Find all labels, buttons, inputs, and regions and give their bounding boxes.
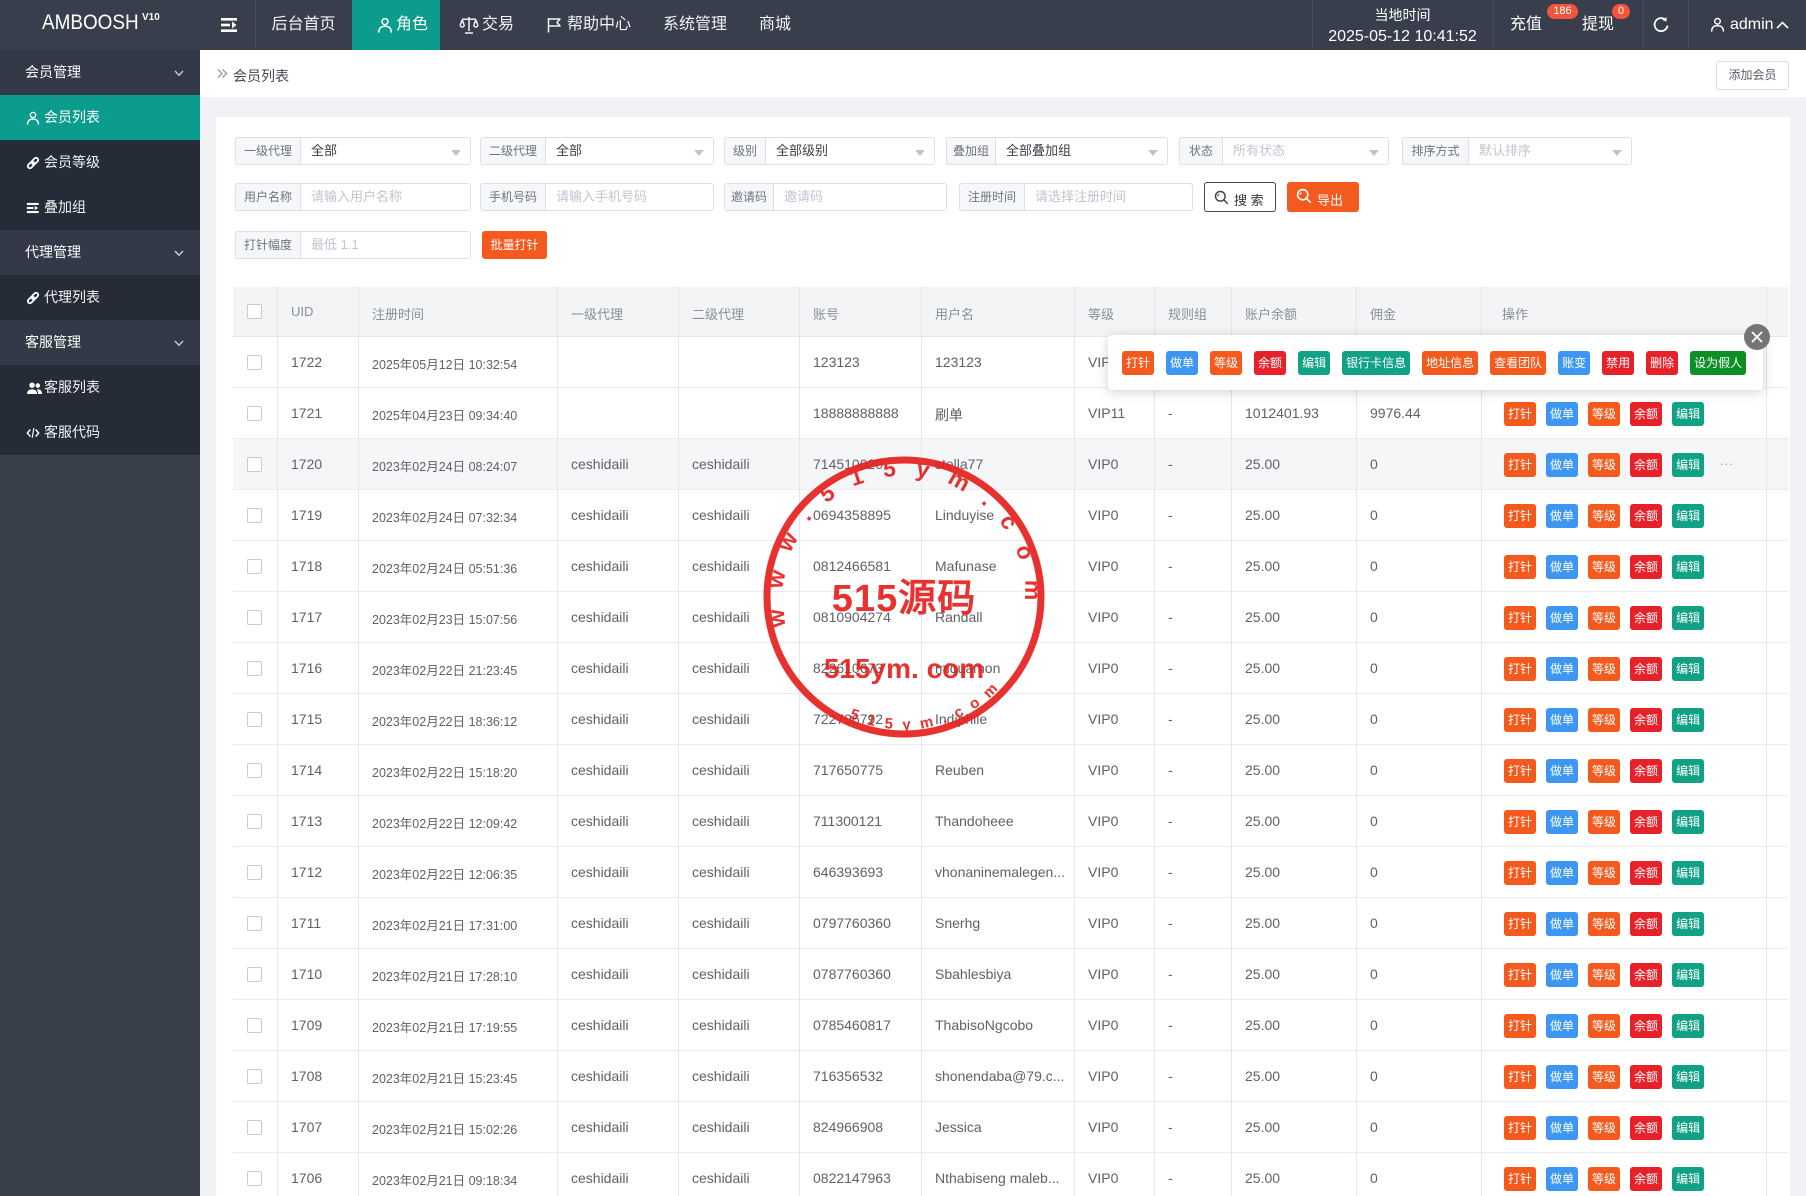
svg-text:515源码: 515源码 — [832, 578, 976, 620]
svg-text:515ym. com: 515ym. com — [824, 653, 984, 684]
